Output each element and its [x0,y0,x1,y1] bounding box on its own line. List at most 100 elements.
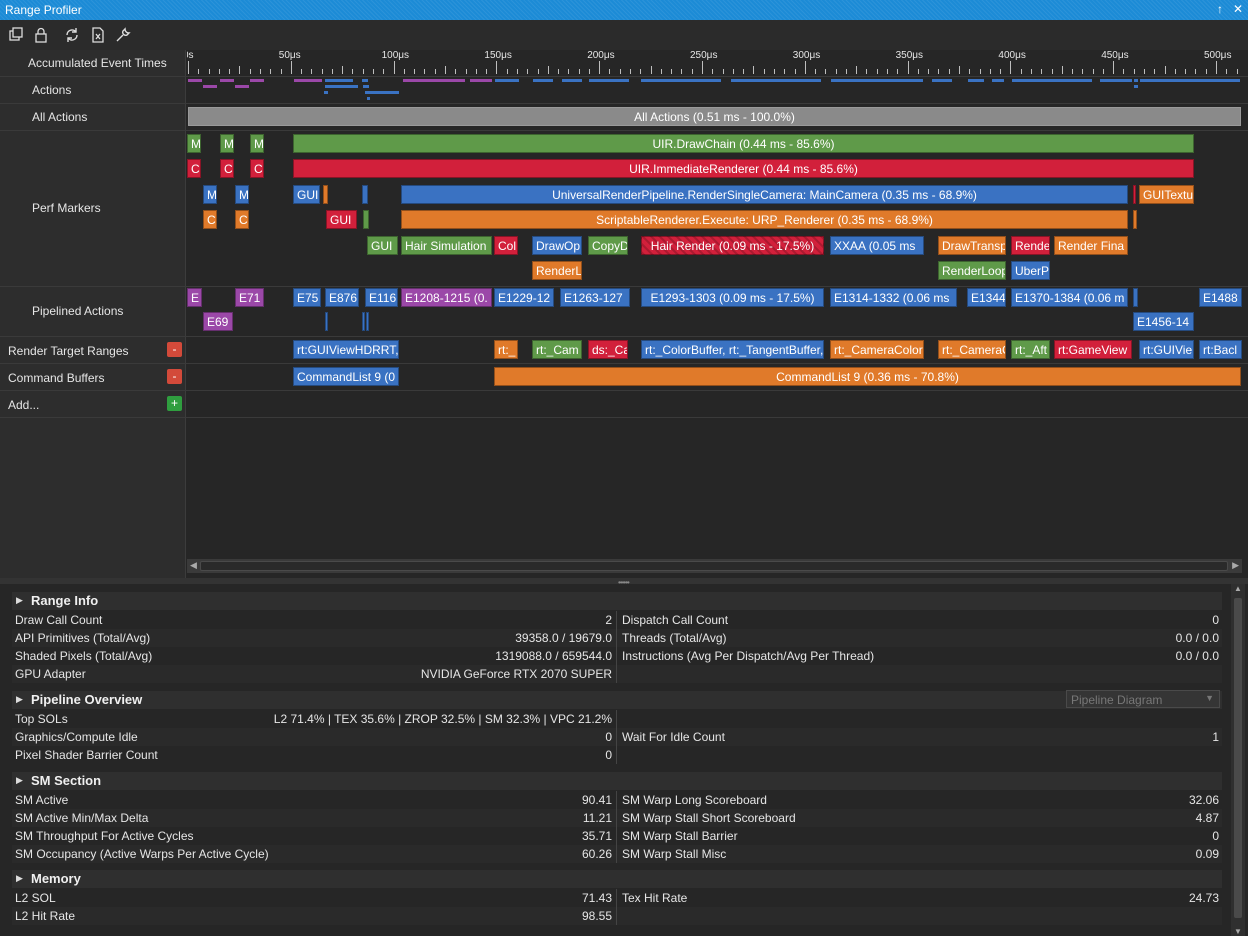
bar-pipelined-event[interactable]: E1314-1332 (0.06 ms [830,288,957,307]
action-mark[interactable] [1134,85,1138,88]
track-perf-markers[interactable]: Perf Markers [0,131,186,287]
bar-marker-tiny[interactable] [1133,185,1136,204]
track-render-target-ranges[interactable]: Render Target Ranges - [0,337,186,364]
action-mark[interactable] [324,91,328,94]
bar-render-target[interactable]: rt:GUIViewHDRRT, [293,340,399,359]
bar-render-target[interactable]: rt:_ [494,340,518,359]
bar-all-actions[interactable]: All Actions (0.51 ms - 100.0%) [188,107,1241,126]
bar-marker[interactable]: M [235,185,249,204]
action-mark[interactable] [562,79,582,82]
bar-pipelined-tiny[interactable] [1133,288,1138,307]
bar-renderl[interactable]: RenderL [532,261,582,280]
bar-render-target[interactable]: rt:_CameraC [938,340,1006,359]
scrollbar-thumb[interactable] [200,561,1228,571]
bar-render-target[interactable]: ds:_Ca [588,340,628,359]
bar-marker-tiny[interactable] [1133,210,1137,229]
action-mark[interactable] [731,79,821,82]
bar-marker[interactable]: C [250,159,264,178]
action-mark[interactable] [325,85,358,88]
bar-marker-tiny[interactable] [362,185,368,204]
bar-hair-render[interactable]: Hair Render (0.09 ms - 17.5%) [641,236,824,255]
bar-render-target[interactable]: rt:GameView [1054,340,1132,359]
bar-hair-simulation[interactable]: Hair Simulation [401,236,492,255]
bar-marker[interactable]: M [250,134,264,153]
bar-marker[interactable]: M [220,134,234,153]
pin-icon[interactable]: ↑ [1213,2,1227,16]
bar-marker[interactable]: M [187,134,201,153]
action-mark[interactable] [533,79,553,82]
bar-marker-tiny[interactable] [323,185,328,204]
remove-track-button[interactable]: - [167,342,182,357]
action-mark[interactable] [992,79,1004,82]
refresh-icon[interactable] [64,27,80,43]
bar-pipelined-event[interactable]: E71 [235,288,264,307]
bar-render-target[interactable]: rt:_CameraColor [830,340,924,359]
bar-marker[interactable]: C [187,159,201,178]
action-mark[interactable] [250,79,264,82]
action-mark[interactable] [1134,79,1138,82]
bar-pipelined-event[interactable]: E1370-1384 (0.06 m [1011,288,1128,307]
scroll-up-icon[interactable]: ▲ [1234,584,1242,593]
bar-render-target[interactable]: rt:_Aft [1011,340,1050,359]
bar-rende[interactable]: Rende [1011,236,1050,255]
action-mark[interactable] [235,85,249,88]
bar-urp-render-single-camera[interactable]: UniversalRenderPipeline.RenderSingleCame… [401,185,1128,204]
section-pipeline-overview-header[interactable]: ▶ Pipeline Overview [12,691,1222,709]
bar-pipelined-event[interactable]: E1263-127 [560,288,630,307]
bar-render-final[interactable]: Render Fina [1054,236,1128,255]
bar-render-target[interactable]: rt:_Cam [532,340,582,359]
action-mark[interactable] [362,79,368,82]
bar-pipelined-event[interactable]: E1344 [967,288,1006,307]
bar-copyd[interactable]: CopyD [588,236,628,255]
bar-marker[interactable]: M [203,185,217,204]
action-mark[interactable] [220,79,234,82]
close-icon[interactable]: ✕ [1231,2,1245,16]
bar-render-target[interactable]: rt:_ColorBuffer, rt:_TangentBuffer, [641,340,824,359]
bar-uberp[interactable]: UberP [1011,261,1050,280]
bar-uir-immediate-renderer[interactable]: UIR.ImmediateRenderer (0.44 ms - 85.6%) [293,159,1194,178]
action-mark[interactable] [365,91,399,94]
section-sm-header[interactable]: ▶ SM Section [12,772,1222,790]
bar-pipelined-event[interactable]: E69 [203,312,233,331]
lock-icon[interactable] [33,27,49,43]
export-icon[interactable] [90,27,106,43]
info-vertical-scrollbar[interactable]: ▲ ▼ [1231,584,1245,936]
bar-col[interactable]: Col [494,236,518,255]
bar-drawop[interactable]: DrawOp [532,236,582,255]
pipeline-diagram-dropdown[interactable]: Pipeline Diagram ▼ [1066,690,1220,708]
track-actions[interactable]: Actions [0,77,186,104]
track-pipelined-actions[interactable]: Pipelined Actions [0,287,186,337]
bar-marker[interactable]: C [203,210,217,229]
bar-marker[interactable]: C [220,159,234,178]
time-ruler[interactable]: 0s 50μs 100μs 150μs 200μs 250μs 300μs 350μs 400μ… [187,50,1242,76]
track-all-actions[interactable]: All Actions [0,104,186,131]
action-mark[interactable] [968,79,984,82]
action-mark[interactable] [495,79,519,82]
scroll-left-icon[interactable]: ◀ [190,560,197,571]
bar-pipelined-tiny[interactable] [366,312,369,331]
expand-triangle-icon[interactable]: ▶ [16,775,23,786]
bar-pipelined-event[interactable]: E1488 [1199,288,1242,307]
bar-render-loop[interactable]: RenderLoop [938,261,1006,280]
bar-pipelined-event[interactable]: E876 [325,288,359,307]
copy-icon[interactable] [8,27,24,43]
bar-scriptable-renderer-execute[interactable]: ScriptableRenderer.Execute: URP_Renderer… [401,210,1128,229]
bar-command-list[interactable]: CommandList 9 (0 [293,367,399,386]
actions-lane[interactable] [187,77,1242,103]
action-mark[interactable] [1012,79,1092,82]
bar-pipelined-event[interactable]: E1293-1303 (0.09 ms - 17.5%) [641,288,824,307]
bar-marker-tiny[interactable] [363,210,369,229]
track-command-buffers[interactable]: Command Buffers - [0,364,186,391]
timeline-horizontal-scrollbar[interactable]: ◀ ▶ [187,559,1242,573]
add-track-button[interactable]: + [167,396,182,411]
bar-render-target[interactable]: rt:GUIVie [1139,340,1194,359]
section-memory-header[interactable]: ▶ Memory [12,870,1222,888]
bar-pipelined-event[interactable]: E1229-12 [494,288,554,307]
timeline-lanes[interactable]: 0s 50μs 100μs 150μs 200μs 250μs 300μs 350μs 400μ… [187,50,1242,578]
bar-pipelined-event[interactable]: E116 [365,288,398,307]
action-mark[interactable] [932,79,952,82]
action-mark[interactable] [325,79,353,82]
action-mark[interactable] [589,79,629,82]
bar-gui[interactable]: GUI [367,236,398,255]
action-mark[interactable] [203,85,217,88]
